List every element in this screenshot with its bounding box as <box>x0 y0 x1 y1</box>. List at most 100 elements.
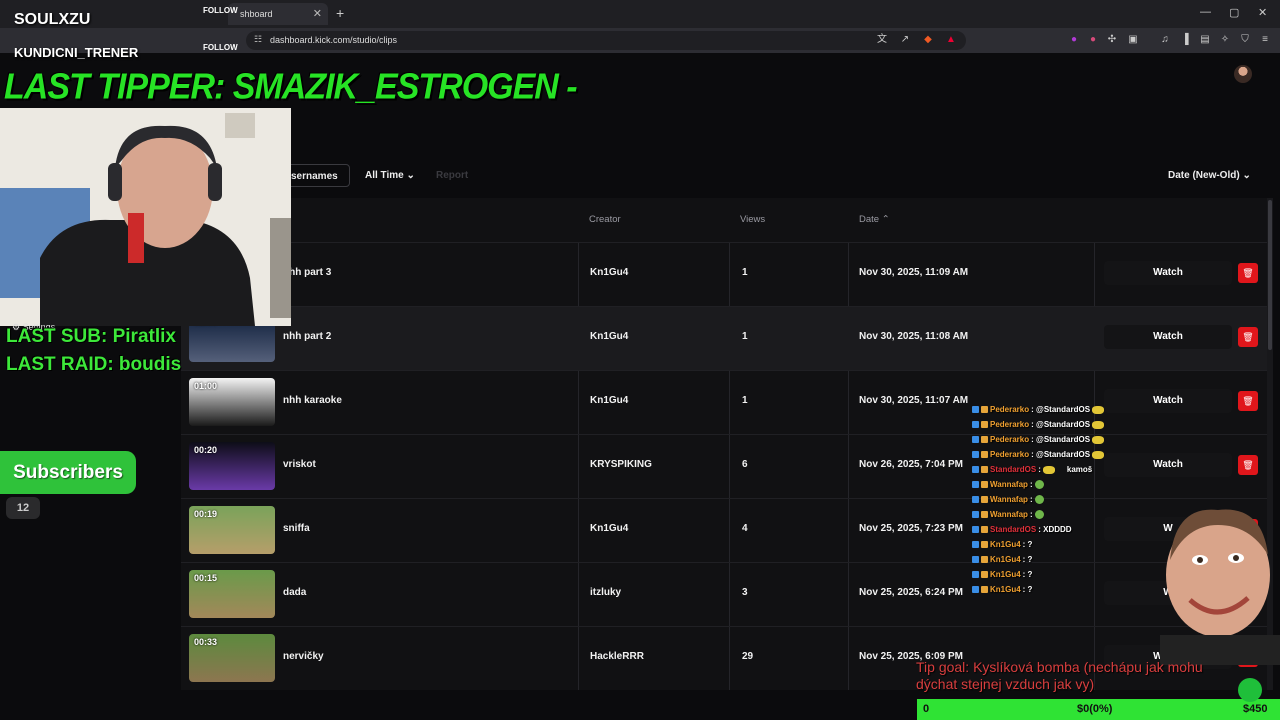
url-text: dashboard.kick.com/studio/clips <box>270 35 398 45</box>
chat-badge-icon <box>972 541 979 548</box>
chat-username[interactable]: Pederarko <box>990 420 1029 429</box>
chat-badge-icon <box>981 481 988 488</box>
delete-clip-icon[interactable]: 🗑 <box>1238 263 1258 283</box>
clip-creator[interactable]: Kn1Gu4 <box>590 523 628 534</box>
chat-badge-icon <box>972 406 979 413</box>
browser-tab[interactable]: shboard ✕ <box>228 3 328 25</box>
chat-emote-icon <box>1034 495 1044 504</box>
avatar[interactable] <box>1234 65 1252 83</box>
chat-username[interactable]: StandardOS <box>990 525 1036 534</box>
support-chat-icon[interactable] <box>1238 678 1262 702</box>
chat-badge-icon <box>981 436 988 443</box>
watch-button[interactable]: Watch <box>1104 261 1232 285</box>
screenshot-icon[interactable]: ▣ <box>1127 34 1139 46</box>
chat-badge-icon <box>972 436 979 443</box>
chat-badge-icon <box>981 421 988 428</box>
webcam-feed <box>0 108 291 326</box>
clip-views: 29 <box>742 651 754 662</box>
wallet-icon[interactable]: ▤ <box>1199 34 1211 46</box>
puzzle-icon[interactable]: ✣ <box>1106 34 1118 46</box>
clip-creator[interactable]: KRYSPIKING <box>590 459 652 470</box>
clip-creator[interactable]: Kn1Gu4 <box>590 267 628 278</box>
clip-creator[interactable]: itzluky <box>590 587 621 598</box>
clip-thumbnail[interactable]: 01:00 <box>189 378 275 426</box>
chat-username[interactable]: Kn1Gu4 <box>990 540 1021 549</box>
report-button[interactable]: Report <box>426 164 478 187</box>
clip-date: Nov 25, 2025, 7:23 PM <box>859 523 963 534</box>
translate-icon[interactable]: 文 <box>876 34 888 46</box>
chat-message: Wannafap: <box>972 507 1152 522</box>
chat-username[interactable]: Pederarko <box>990 405 1029 414</box>
chat-emote-icon <box>1092 420 1105 429</box>
chat-text-suffix: kamoš <box>1066 465 1093 474</box>
clip-date: Nov 25, 2025, 6:24 PM <box>859 587 963 598</box>
clip-creator[interactable]: Kn1Gu4 <box>590 395 628 406</box>
chat-username[interactable]: Wannafap <box>990 480 1028 489</box>
brave-shield-icon[interactable]: ◆ <box>922 34 934 46</box>
chat-emote-icon <box>1092 435 1105 444</box>
new-tab-icon[interactable]: + <box>336 5 344 21</box>
chat-username[interactable]: Wannafap <box>990 510 1028 519</box>
chat-badge-icon <box>972 556 979 563</box>
header-views[interactable]: Views <box>740 214 765 225</box>
chat-badge-icon <box>981 451 988 458</box>
chat-username[interactable]: StandardOS <box>990 465 1036 474</box>
subscribers-label: Subscribers <box>0 451 136 494</box>
clip-views: 1 <box>742 395 748 406</box>
clip-creator[interactable]: HackleRRR <box>590 651 644 662</box>
chevron-down-icon: ⌄ <box>406 170 415 181</box>
media-icon[interactable]: ♫ <box>1159 34 1171 46</box>
close-window-icon[interactable]: ✕ <box>1258 6 1267 19</box>
clip-title: sniffa <box>283 523 310 534</box>
clip-thumbnail[interactable]: 00:20 <box>189 442 275 490</box>
chat-message: Pederarko: @StandardOS <box>972 447 1152 462</box>
rewards-icon[interactable]: ▲ <box>945 34 957 46</box>
clip-creator[interactable]: Kn1Gu4 <box>590 331 628 342</box>
time-filter-dropdown[interactable]: All Time ⌄ <box>355 164 425 187</box>
chat-emote-icon <box>1092 405 1105 414</box>
chat-badge-icon <box>972 421 979 428</box>
clip-thumbnail[interactable]: 00:15 <box>189 570 275 618</box>
header-creator[interactable]: Creator <box>589 214 621 225</box>
leo-icon[interactable]: ✧ <box>1219 34 1231 46</box>
chat-username[interactable]: Kn1Gu4 <box>990 570 1021 579</box>
clip-thumbnail[interactable]: 00:19 <box>189 506 275 554</box>
chat-badge-icon <box>981 466 988 473</box>
share-icon[interactable]: ↗ <box>899 34 911 46</box>
address-bar[interactable]: ☷ dashboard.kick.com/studio/clips <box>246 31 966 50</box>
delete-clip-icon[interactable]: 🗑 <box>1238 455 1258 475</box>
sidebar-icon[interactable]: ▐ <box>1179 34 1191 46</box>
menu-icon[interactable]: ≡ <box>1259 34 1271 46</box>
sort-dropdown[interactable]: Date (New-Old) ⌄ <box>1158 164 1261 187</box>
maximize-icon[interactable]: ▢ <box>1229 6 1239 19</box>
header-date[interactable]: Date ⌃ <box>859 214 890 225</box>
chat-username[interactable]: Pederarko <box>990 435 1029 444</box>
chat-badge-icon <box>981 526 988 533</box>
vpn-icon[interactable]: ⛉ <box>1239 34 1251 46</box>
sort-label: Date (New-Old) <box>1168 170 1240 181</box>
clip-title: vriskot <box>283 459 316 470</box>
last-sub-banner: LAST SUB: Piratlix <box>6 326 176 347</box>
chat-message: StandardOS: kamoš <box>972 462 1152 477</box>
minimize-icon[interactable]: — <box>1200 6 1211 18</box>
chat-username[interactable]: Kn1Gu4 <box>990 585 1021 594</box>
chat-username[interactable]: Wannafap <box>990 495 1028 504</box>
extension-2-icon[interactable]: ● <box>1087 34 1099 46</box>
scrollbar-thumb[interactable] <box>1268 200 1272 350</box>
close-tab-icon[interactable]: ✕ <box>313 7 322 20</box>
chat-message: Pederarko: @StandardOS <box>972 402 1152 417</box>
delete-clip-icon[interactable]: 🗑 <box>1238 327 1258 347</box>
last-raid-banner: LAST RAID: boudis <box>6 354 182 375</box>
chat-badge-icon <box>972 451 979 458</box>
watch-button[interactable]: Watch <box>1104 325 1232 349</box>
clip-thumbnail[interactable]: 00:33 <box>189 634 275 682</box>
chat-username[interactable]: Pederarko <box>990 450 1029 459</box>
clip-views: 4 <box>742 523 748 534</box>
delete-clip-icon[interactable]: 🗑 <box>1238 391 1258 411</box>
chevron-down-icon: ⌄ <box>1242 170 1251 181</box>
extension-icon[interactable]: ● <box>1068 34 1080 46</box>
site-settings-icon[interactable]: ☷ <box>254 34 262 45</box>
chat-message: Kn1Gu4: ? <box>972 582 1152 597</box>
chat-emote-icon <box>1042 465 1055 474</box>
chat-username[interactable]: Kn1Gu4 <box>990 555 1021 564</box>
